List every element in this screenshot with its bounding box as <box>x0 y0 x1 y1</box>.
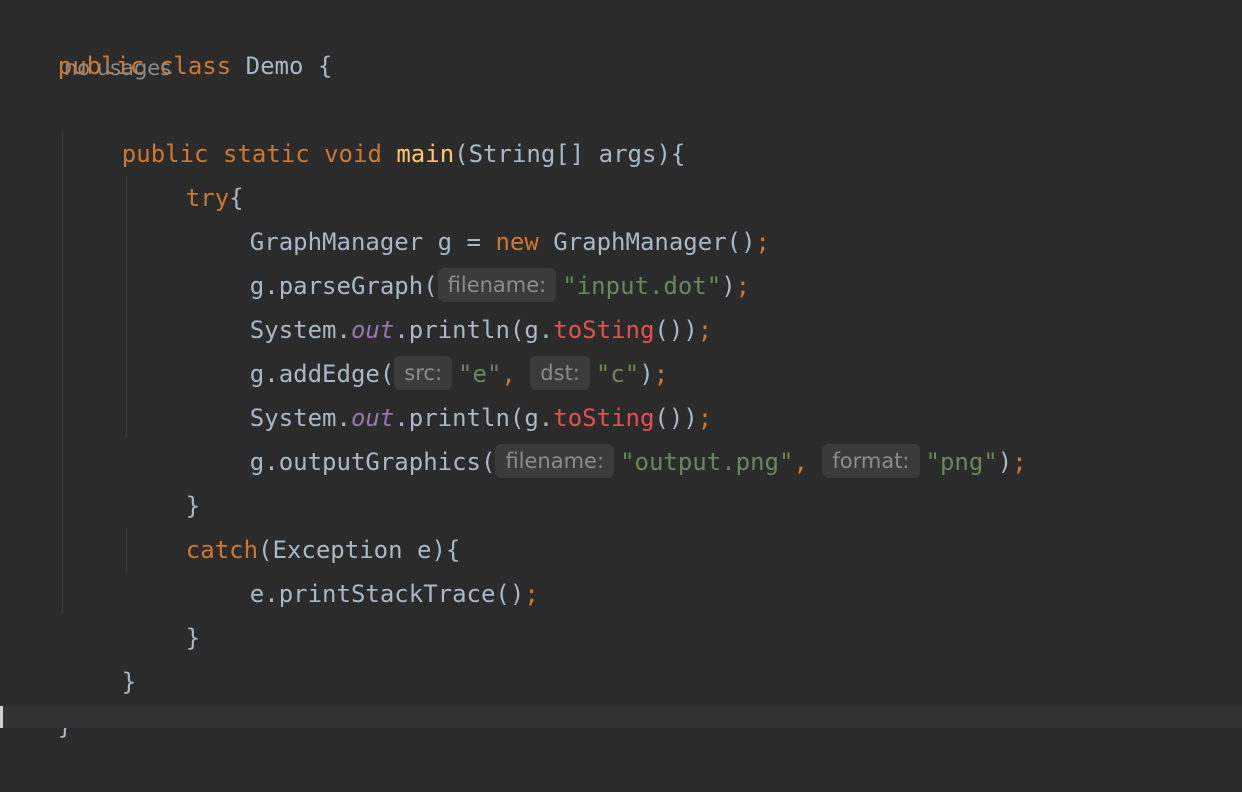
code-line-add-edge[interactable]: g.addEdge(src: "e", dst: "c"); <box>192 308 668 390</box>
code-line-catch[interactable]: catch(Exception e){ <box>128 484 461 564</box>
indent-guide <box>126 528 127 572</box>
main-params: (String[] args){ <box>454 140 686 168</box>
semicolon: ; <box>1012 448 1027 476</box>
code-line-try[interactable]: try{ <box>128 132 244 212</box>
close-brace: } <box>185 624 201 652</box>
code-line-catch-close[interactable]: } <box>128 572 200 652</box>
close-paren: ) <box>997 448 1013 476</box>
code-line-class-decl[interactable]: public class Demo { <box>0 0 333 80</box>
method-call: g.outputGraphics( <box>249 448 496 476</box>
close-paren: ) <box>721 272 736 300</box>
code-line-print-stack-trace[interactable]: e.printStackTrace(); <box>192 528 539 608</box>
open-brace: { <box>317 52 333 80</box>
code-editor[interactable]: public class Demo { no usages public sta… <box>0 0 1242 740</box>
keyword-void: void <box>324 140 382 168</box>
indent-guide <box>62 132 63 614</box>
editor-bottom-line[interactable] <box>0 706 1242 728</box>
method-call: e.printStackTrace() <box>249 580 525 608</box>
usages-hint[interactable]: no usages <box>64 50 171 86</box>
close-brace: } <box>121 668 137 696</box>
param-hint-filename: filename: <box>495 444 615 478</box>
string-literal: "png" <box>925 448 998 476</box>
code-line-new-graph-manager[interactable]: GraphManager g = new GraphManager(); <box>192 176 770 256</box>
param-hint-format: format: <box>822 444 920 478</box>
code-line-println[interactable]: System.out.println(g.toSting()); <box>192 352 712 432</box>
code-line-println[interactable]: System.out.println(g.toSting()); <box>192 264 712 344</box>
class-name: Demo <box>245 52 304 80</box>
code-line-try-close[interactable]: } <box>128 440 200 520</box>
comma: , <box>793 448 823 476</box>
semicolon: ; <box>697 316 713 344</box>
code-line-main-decl[interactable]: public static void main(String[] args){ <box>64 88 686 168</box>
method-name-main: main <box>396 140 455 168</box>
code-line-class-close[interactable]: } <box>0 660 72 740</box>
text-caret <box>0 706 3 728</box>
code-line-main-close[interactable]: } <box>64 616 136 696</box>
semicolon: ; <box>735 272 751 300</box>
semicolon: ; <box>524 580 539 608</box>
semicolon: ; <box>755 228 770 256</box>
code-line-parse-graph[interactable]: g.parseGraph(filename: "input.dot"); <box>192 220 750 302</box>
code-line-output-graphics[interactable]: g.outputGraphics(filename: "output.png", … <box>192 396 1027 478</box>
string-literal: "output.png" <box>620 448 794 476</box>
indent-guide <box>126 176 127 438</box>
